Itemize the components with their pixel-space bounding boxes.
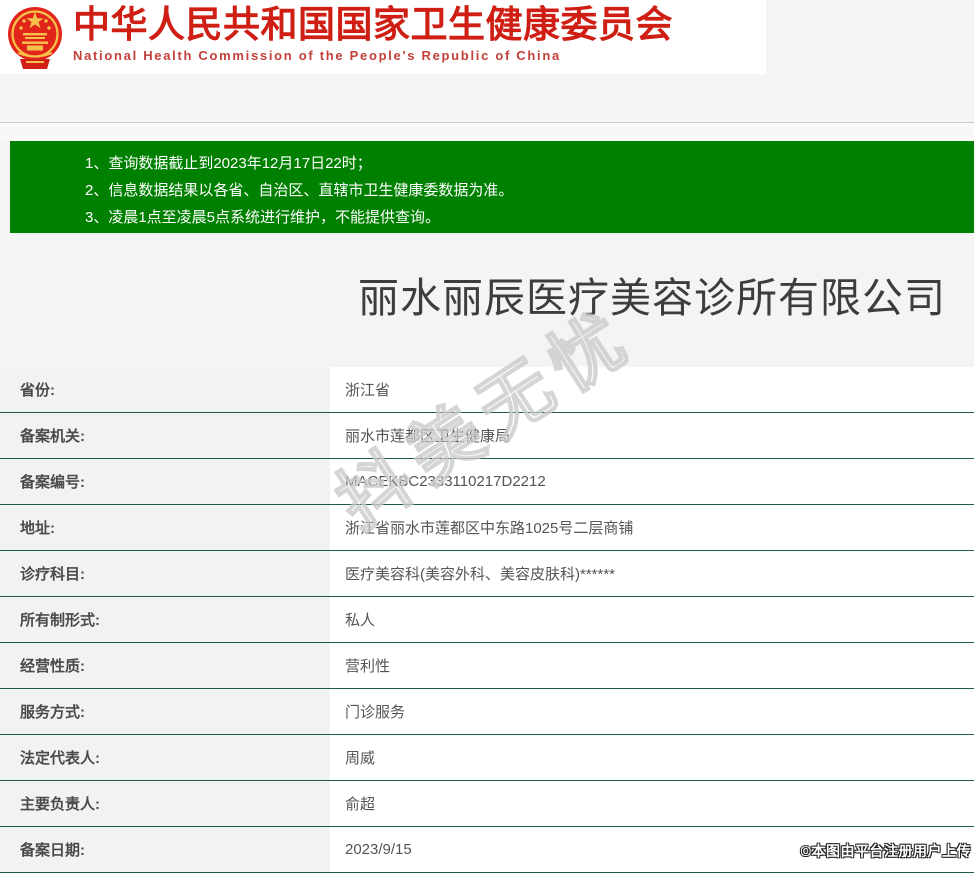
header-titles: 中华人民共和国国家卫生健康委员会 National Health Commiss…: [73, 0, 673, 63]
field-value: 医疗美容科(美容外科、美容皮肤科)******: [330, 551, 974, 596]
table-row: 地址: 浙江省丽水市莲都区中东路1025号二层商铺: [0, 505, 974, 551]
table-row: 法定代表人: 周威: [0, 735, 974, 781]
field-value: 浙江省丽水市莲都区中东路1025号二层商铺: [330, 505, 974, 550]
field-label: 法定代表人:: [0, 735, 330, 780]
field-label: 主要负责人:: [0, 781, 330, 826]
field-label: 备案日期:: [0, 827, 330, 872]
table-row: 备案机关: 丽水市莲都区卫生健康局: [0, 413, 974, 459]
field-value: 私人: [330, 597, 974, 642]
field-value: 营利性: [330, 643, 974, 688]
notice-line: 3、凌晨1点至凌晨5点系统进行维护，不能提供查询。: [85, 209, 441, 226]
china-national-emblem-icon: [6, 3, 64, 73]
field-label: 诊疗科目:: [0, 551, 330, 596]
notice-line: 2、信息数据结果以各省、自治区、直辖市卫生健康委数据为准。: [85, 182, 514, 199]
site-title-chinese: 中华人民共和国国家卫生健康委员会: [73, 4, 673, 45]
field-label: 经营性质:: [0, 643, 330, 688]
field-label: 省份:: [0, 367, 330, 412]
field-value: 丽水市莲都区卫生健康局: [330, 413, 974, 458]
record-title: 丽水丽辰医疗美容诊所有限公司: [358, 275, 946, 321]
field-value: 周威: [330, 735, 974, 780]
field-value: 俞超: [330, 781, 974, 826]
table-row: 服务方式: 门诊服务: [0, 689, 974, 735]
field-label: 服务方式:: [0, 689, 330, 734]
field-label: 所有制形式:: [0, 597, 330, 642]
site-title-english: National Health Commission of the People…: [73, 47, 561, 63]
table-row: 备案编号: MACEKBC2333110217D2212: [0, 459, 974, 505]
field-value: 浙江省: [330, 367, 974, 412]
table-row: 所有制形式: 私人: [0, 597, 974, 643]
record-table: 省份: 浙江省 备案机关: 丽水市莲都区卫生健康局 备案编号: MACEKBC233311…: [0, 367, 974, 873]
field-label: 备案机关:: [0, 413, 330, 458]
field-label: 备案编号:: [0, 459, 330, 504]
table-row: 诊疗科目: 医疗美容科(美容外科、美容皮肤科)******: [0, 551, 974, 597]
field-label: 地址:: [0, 505, 330, 550]
sub-header-strip: [0, 123, 974, 141]
table-row: 省份: 浙江省: [0, 367, 974, 413]
field-value: MACEKBC2333110217D2212: [330, 459, 974, 504]
copyright-watermark: ©本图由平台注册用户上传: [800, 843, 971, 859]
site-header: 中华人民共和国国家卫生健康委员会 National Health Commiss…: [0, 0, 766, 74]
table-row: 经营性质: 营利性: [0, 643, 974, 689]
notice-box: 1、查询数据截止到2023年12月17日22时； 2、信息数据结果以各省、自治区、…: [10, 141, 974, 233]
field-value: 门诊服务: [330, 689, 974, 734]
table-row: 主要负责人: 俞超: [0, 781, 974, 827]
notice-line: 1、查询数据截止到2023年12月17日22时；: [85, 155, 372, 172]
